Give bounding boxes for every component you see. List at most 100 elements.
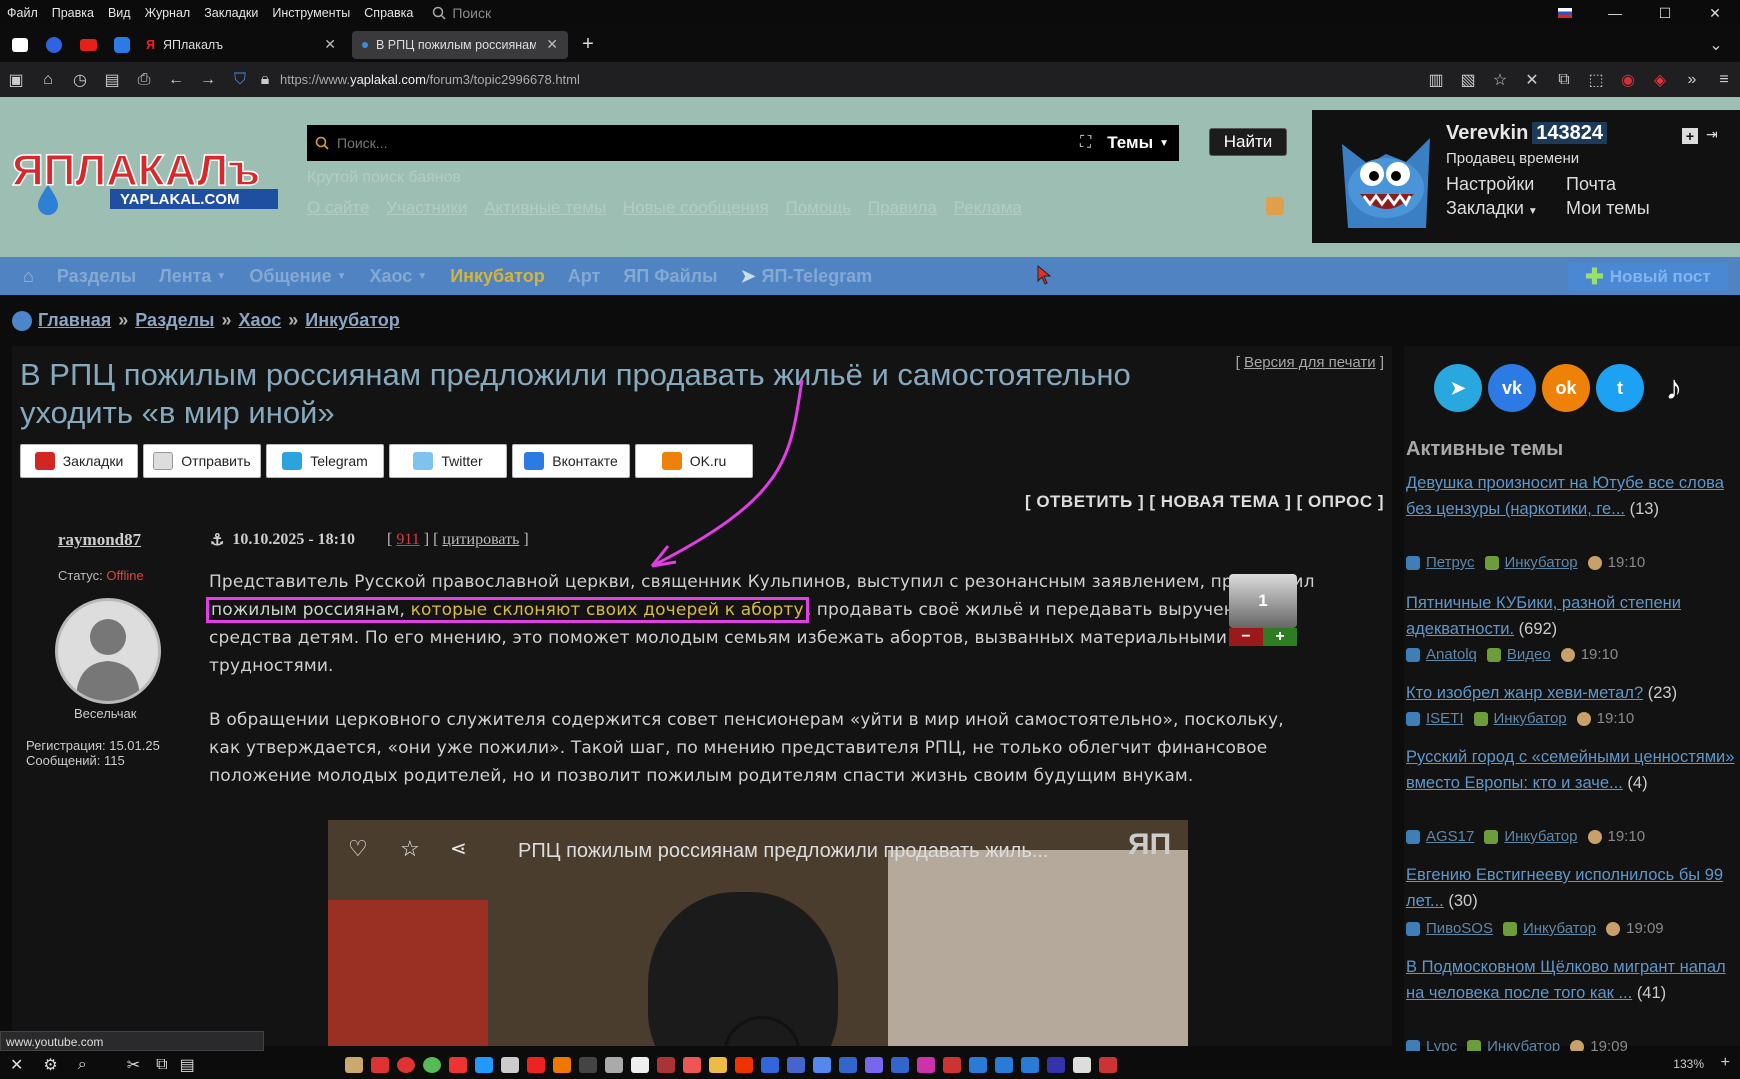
bookmark-icon[interactable]: ⌂ [32,71,64,89]
user-bookmarks-dropdown[interactable]: Закладки ▼ [1446,198,1538,219]
app-icon[interactable] [968,1057,987,1073]
cite-link[interactable]: цитировать [442,531,519,549]
close-icon[interactable]: ✕ [1690,5,1740,22]
share-telegram-button[interactable]: Telegram [266,444,384,478]
breadcrumb-incubator[interactable]: Инкубатор [305,310,400,331]
site-search-input[interactable] [337,135,1081,151]
home-icon[interactable]: ⌂ [23,266,34,287]
url-bar[interactable]: https://www. yaplakal.com/forum3/topic299… [280,72,580,87]
flag-icon[interactable] [1540,5,1590,21]
avatar[interactable] [1334,124,1438,228]
close-icon[interactable]: ✕ [10,1055,23,1075]
post-number[interactable]: 911 [396,531,419,549]
tab-close-icon[interactable]: ✕ [546,36,558,53]
maximize-icon[interactable]: ☐ [1640,5,1690,22]
search-hint[interactable]: Крутой поиск баянов [307,169,461,187]
reader-icon[interactable]: ▥ [1420,70,1452,90]
app-icon[interactable] [760,1057,779,1073]
menu-view[interactable]: Вид [101,6,138,20]
forward-icon[interactable]: → [192,71,224,89]
extension-icon[interactable]: ⧉ [1548,70,1580,90]
breadcrumb-home[interactable]: Главная [38,310,111,331]
menu-history[interactable]: Журнал [138,6,198,20]
folder-icon[interactable]: ▣ [0,70,32,90]
app-icon[interactable] [1072,1057,1091,1073]
app-icon[interactable] [994,1057,1013,1073]
scissors-icon[interactable]: ✂ [127,1055,140,1075]
star-icon[interactable]: ☆ [1484,70,1516,90]
active-topic-link[interactable]: Кто изобрел жанр хеви-метал? [1406,684,1643,702]
pinned-tab-youtube[interactable] [74,31,102,59]
app-icon[interactable] [422,1057,441,1073]
history-icon[interactable]: ◷ [64,70,96,90]
ublock-icon[interactable]: ◉ [1612,70,1644,90]
zoom-level[interactable]: 133% [1673,1057,1704,1071]
active-topic-link[interactable]: Русский город с «семейными ценностями» в… [1406,748,1734,792]
nav-files[interactable]: ЯП Файлы [623,266,717,287]
topic-user[interactable]: Anatolq [1426,646,1477,663]
add-icon[interactable]: + [1682,128,1698,144]
user-my-topics-link[interactable]: Мои темы [1566,198,1650,219]
ok-icon[interactable]: ok [1542,364,1590,412]
app-icon[interactable] [890,1057,909,1073]
menu-file[interactable]: Файл [0,6,45,20]
rss-icon[interactable] [1266,197,1284,215]
topic-section[interactable]: Инкубатор [1504,828,1577,845]
telegram-icon[interactable]: ➤ [1434,364,1482,412]
pinned-tab-vk[interactable] [108,31,136,59]
nav-incubator[interactable]: Инкубатор [450,266,545,287]
app-icon[interactable] [708,1057,727,1073]
user-name[interactable]: Verevkin 143824 [1446,122,1608,145]
nav-communication[interactable]: Общение ▼ [249,266,346,287]
app-icon[interactable] [578,1057,597,1073]
twitter-icon[interactable]: t [1596,364,1644,412]
cross-icon[interactable]: ✕ [1516,70,1548,90]
link-ads[interactable]: Реклама [954,198,1022,217]
gear-icon[interactable]: ⚙ [43,1055,57,1075]
share-icon[interactable]: ⋖ [450,836,467,861]
share-bookmarks-button[interactable]: Закладки [20,444,138,478]
app-icon[interactable] [1046,1057,1065,1073]
app-icon[interactable] [734,1057,753,1073]
tab-close-icon[interactable]: ✕ [324,36,336,53]
topic-user[interactable]: ПивоSOS [1426,920,1493,937]
active-topic-link[interactable]: В Подмосковном Щёлково мигрант напал на … [1406,958,1726,1002]
link-members[interactable]: Участники [386,198,467,217]
app-icon[interactable] [500,1057,519,1073]
anchor-icon[interactable]: ⚓︎ [210,530,224,550]
addon-icon[interactable]: ◈ [1644,70,1676,90]
back-icon[interactable]: ← [160,71,192,89]
app-icon[interactable] [344,1057,363,1073]
hamburger-menu-icon[interactable]: ≡ [1708,70,1740,90]
breadcrumb-sections[interactable]: Разделы [135,310,214,331]
menu-edit[interactable]: Правка [45,6,101,20]
overflow-icon[interactable]: » [1676,70,1708,90]
topic-user[interactable]: Петрус [1426,554,1475,571]
link-about[interactable]: О сайте [307,198,369,217]
themes-dropdown[interactable]: Темы ▼ [1107,133,1169,153]
downloads-icon[interactable]: ▤ [96,70,128,90]
logout-icon[interactable]: ⇥ [1706,126,1718,143]
app-icon[interactable] [786,1057,805,1073]
tab-list-icon[interactable]: ⌄ [1702,31,1730,59]
topic-section[interactable]: Инкубатор [1523,920,1596,937]
topic-section[interactable]: Инкубатор [1505,554,1578,571]
app-icon[interactable] [656,1057,675,1073]
link-new-messages[interactable]: Новые сообщения [623,198,769,217]
scan-icon[interactable]: ⛶ [1080,134,1091,152]
app-icon[interactable] [370,1057,389,1073]
menu-bookmarks[interactable]: Закладки [197,6,265,20]
tab-topic[interactable]: В РПЦ пожилым россиянам пр ✕ [352,30,568,59]
user-mail-link[interactable]: Почта [1566,174,1616,195]
pocket-icon[interactable]: ▧ [1452,70,1484,90]
find-button[interactable]: Найти [1209,128,1287,156]
minimize-icon[interactable]: — [1590,5,1640,21]
app-icon[interactable] [916,1057,935,1073]
menu-help[interactable]: Справка [357,6,420,20]
copy-icon[interactable]: ⧉ [156,1056,167,1074]
clipboard-icon[interactable]: ▤ [180,1055,195,1075]
topic-user[interactable]: ISETI [1426,710,1464,727]
heart-icon[interactable]: ♡ [348,836,368,862]
app-icon[interactable] [604,1057,623,1073]
app-icon[interactable] [864,1057,883,1073]
